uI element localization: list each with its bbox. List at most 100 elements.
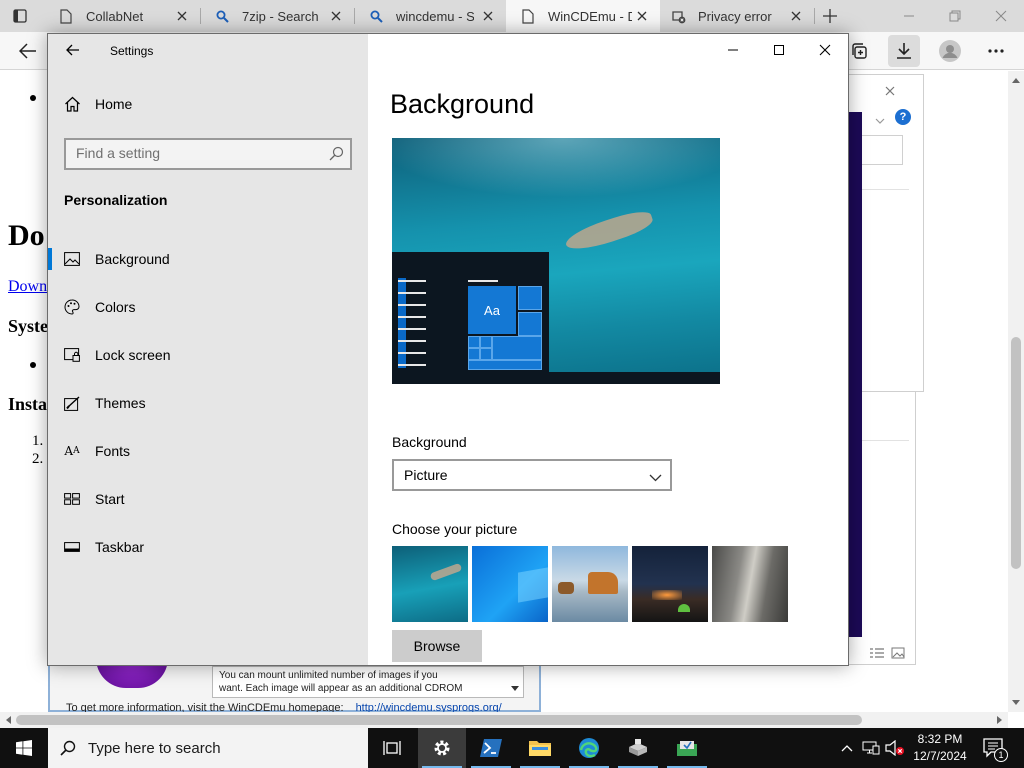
preview-tile-aa: Aa: [468, 286, 516, 334]
horizontal-scrollbar[interactable]: [0, 712, 1008, 728]
wincdemu-setup-icon[interactable]: [663, 728, 711, 768]
preview-swimmer: [562, 206, 656, 256]
thumbnail-beach[interactable]: [552, 546, 628, 622]
nav-item-themes[interactable]: Themes: [48, 383, 368, 423]
more-options-icon[interactable]: [980, 35, 1012, 67]
brush-icon: [64, 395, 80, 411]
page-icon: [58, 8, 74, 24]
clock-date: 12/7/2024: [913, 749, 967, 763]
browse-button[interactable]: Browse: [392, 630, 482, 662]
background-preview: Aa: [392, 138, 720, 384]
settings-window: Settings Home Find a setting Personaliza…: [47, 33, 849, 666]
palette-icon: [64, 299, 80, 315]
scroll-down-icon[interactable]: [1011, 697, 1021, 707]
nav-item-label: Lock screen: [95, 347, 171, 363]
settings-close-icon[interactable]: [802, 34, 848, 66]
volume-muted-icon[interactable]: [884, 728, 906, 768]
downloads-icon[interactable]: [888, 35, 920, 67]
profile-avatar-icon[interactable]: [934, 35, 966, 67]
settings-gear-icon[interactable]: [418, 728, 466, 768]
nav-item-label: Taskbar: [95, 539, 145, 555]
settings-sidebar: Settings Home Find a setting Personaliza…: [48, 34, 368, 665]
thumbnail-underwater[interactable]: [392, 546, 468, 622]
tab-wincdemu-search[interactable]: wincdemu - Sea: [354, 0, 506, 32]
chevron-down-icon[interactable]: [875, 111, 885, 129]
tab-privacy-error[interactable]: Privacy error: [660, 0, 814, 32]
list-view-icon[interactable]: [869, 646, 885, 664]
task-view-icon[interactable]: [368, 728, 416, 768]
scroll-up-icon[interactable]: [1011, 75, 1021, 85]
nav-item-lock-screen[interactable]: Lock screen: [48, 335, 368, 375]
page-icon: [520, 8, 536, 24]
nav-item-taskbar[interactable]: Taskbar: [48, 527, 368, 567]
browser-restore-icon[interactable]: [932, 0, 978, 32]
back-arrow-icon[interactable]: [12, 35, 44, 67]
taskbar-search-placeholder: Type here to search: [88, 739, 221, 757]
preview-tile: [468, 348, 480, 360]
picture-view-icon[interactable]: [891, 646, 905, 664]
taskbar-search-box[interactable]: Type here to search: [48, 728, 368, 768]
scroll-left-icon[interactable]: [3, 715, 13, 725]
settings-home[interactable]: Home: [64, 96, 132, 112]
tab-wincdemu-download[interactable]: WinCDEmu - Do: [506, 0, 660, 32]
settings-maximize-icon[interactable]: [756, 34, 802, 66]
settings-minimize-icon[interactable]: [710, 34, 756, 66]
taskbar-clock[interactable]: 8:32 PM 12/7/2024: [908, 731, 972, 765]
thumbnail-windows-blue[interactable]: [472, 546, 548, 622]
thumbnail-night-sky[interactable]: [632, 546, 708, 622]
tab-title: wincdemu - Sea: [396, 8, 474, 24]
nav-item-background[interactable]: Background: [48, 239, 368, 279]
windows-start-icon[interactable]: [0, 728, 48, 768]
notification-count-badge: 1: [994, 748, 1008, 762]
windows-taskbar: Type here to search 8:32 PM 12/7/2024 1: [0, 728, 1024, 768]
close-tab-icon[interactable]: [634, 8, 650, 24]
help-icon[interactable]: ?: [895, 109, 911, 125]
close-tab-icon[interactable]: [174, 8, 190, 24]
tab-title: WinCDEmu - Do: [548, 8, 632, 24]
home-label: Home: [95, 96, 133, 112]
tab-actions-icon[interactable]: [8, 5, 32, 27]
purple-banner: [848, 112, 862, 637]
browser-minimize-icon[interactable]: [886, 0, 932, 32]
nav-item-label: Colors: [95, 299, 136, 315]
dialog-close-icon[interactable]: [885, 83, 895, 101]
preview-tile: [480, 348, 492, 360]
nav-item-colors[interactable]: Colors: [48, 287, 368, 327]
close-tab-icon[interactable]: [328, 8, 344, 24]
preview-menu-line: [398, 316, 426, 318]
start-icon: [64, 491, 80, 507]
scroll-right-icon[interactable]: [994, 715, 1004, 725]
nav-item-start[interactable]: Start: [48, 479, 368, 519]
notification-center-icon[interactable]: 1: [980, 728, 1008, 768]
tab-collabnet[interactable]: CollabNet: [44, 0, 200, 32]
browser-close-icon[interactable]: [978, 0, 1024, 32]
vertical-scrollbar[interactable]: [1008, 71, 1024, 712]
lock-screen-icon: [64, 347, 80, 363]
preview-tile: [468, 360, 542, 370]
powershell-icon[interactable]: [467, 728, 515, 768]
preview-menu-line: [398, 340, 426, 342]
picture-icon: [64, 251, 80, 267]
browser-tab-bar: CollabNet 7zip - Search wincdemu - Sea W…: [0, 0, 1024, 32]
horizontal-scroll-thumb[interactable]: [16, 715, 862, 725]
preview-tile: [492, 336, 542, 360]
nav-item-fonts[interactable]: AA Fonts: [48, 431, 368, 471]
installer-app-icon[interactable]: [614, 728, 662, 768]
tab-7zip-search[interactable]: 7zip - Search: [200, 0, 354, 32]
network-icon[interactable]: [860, 728, 882, 768]
list-bullet: [30, 95, 36, 101]
vertical-scroll-thumb[interactable]: [1011, 337, 1021, 569]
find-setting-input[interactable]: Find a setting: [64, 138, 352, 170]
settings-back-icon[interactable]: [62, 40, 84, 60]
file-explorer-icon[interactable]: [516, 728, 564, 768]
scroll-down-icon[interactable]: [511, 682, 519, 695]
new-tab-icon[interactable]: [820, 6, 840, 26]
background-type-dropdown[interactable]: Picture: [392, 459, 672, 491]
thumbnail-waterfall[interactable]: [712, 546, 788, 622]
close-tab-icon[interactable]: [480, 8, 496, 24]
show-hidden-icons-icon[interactable]: [838, 728, 856, 768]
download-link[interactable]: Down: [8, 278, 47, 296]
edge-browser-icon[interactable]: [565, 728, 613, 768]
close-tab-icon[interactable]: [788, 8, 804, 24]
tab-title: 7zip - Search: [242, 8, 319, 24]
